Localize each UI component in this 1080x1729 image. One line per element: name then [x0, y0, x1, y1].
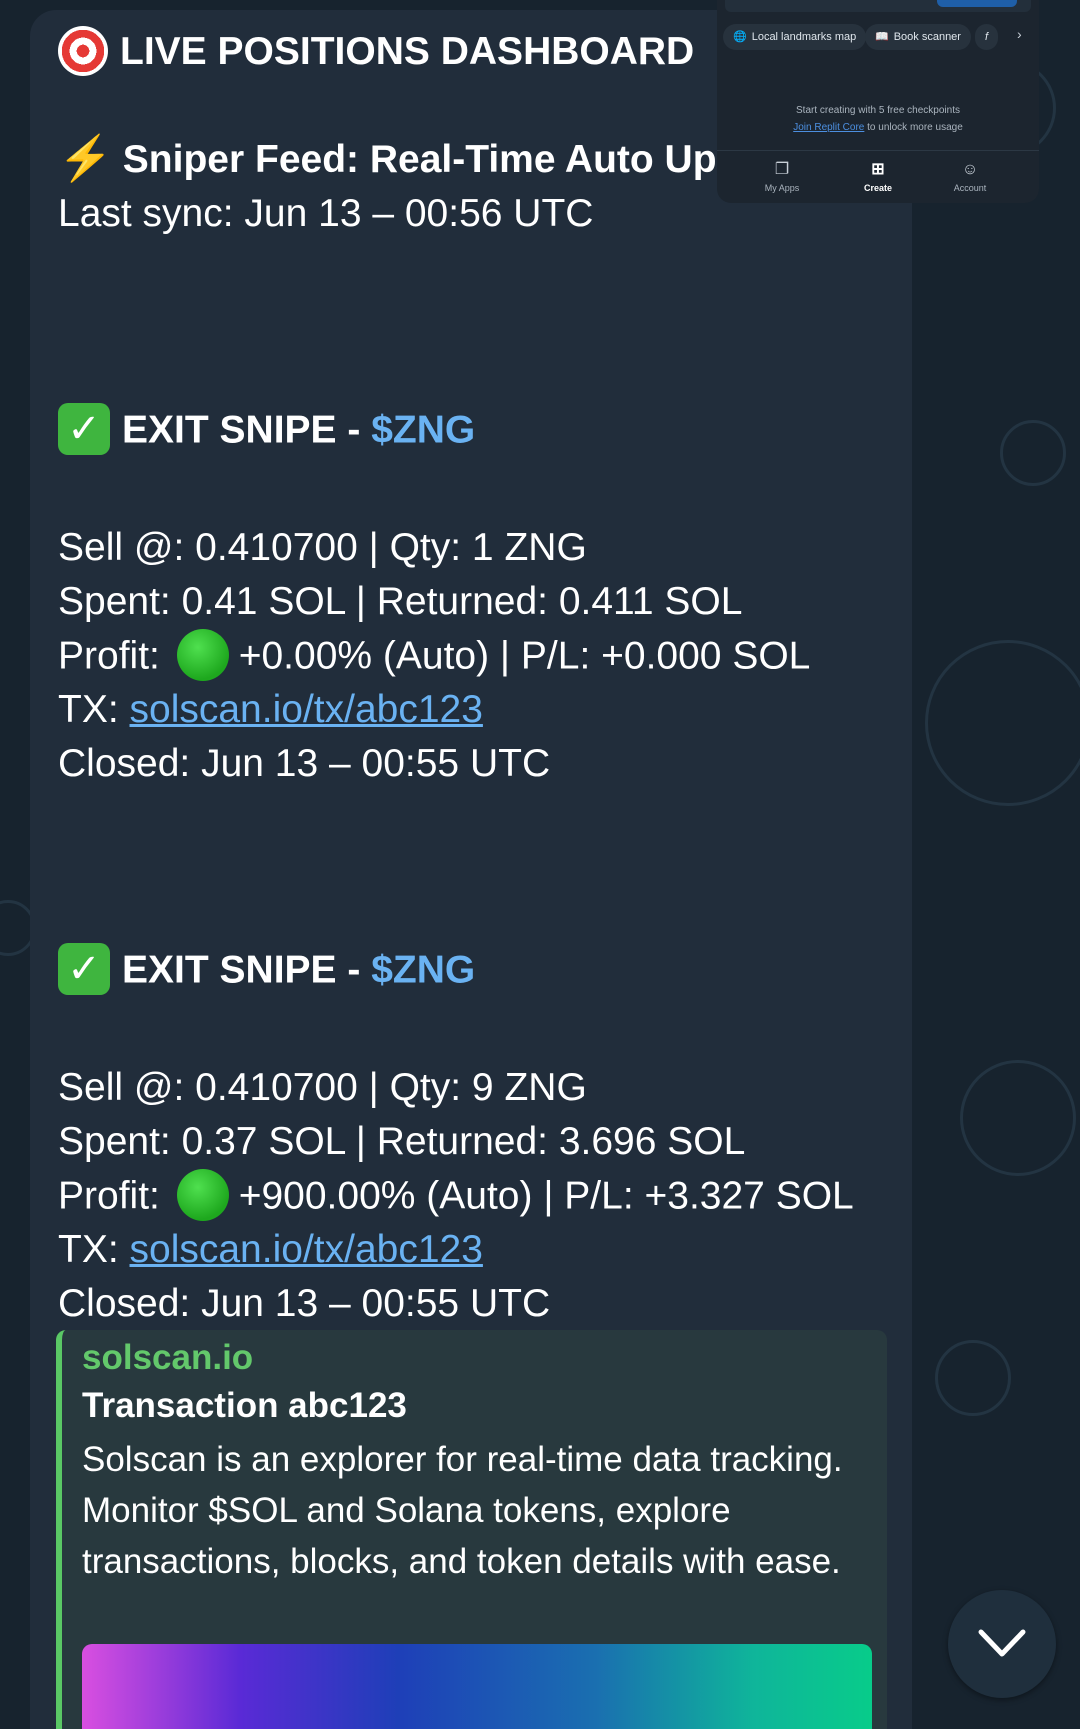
tx-link[interactable]: solscan.io/tx/abc123: [130, 688, 483, 731]
spent-line: Spent: 0.41 SOL | Returned: 0.411 SOL: [58, 580, 743, 623]
chip-label: Book scanner: [893, 31, 961, 43]
chip-label: f: [985, 31, 989, 43]
chip-local-landmarks-map[interactable]: 🌐 Local landmarks map: [723, 24, 867, 50]
target-icon: [58, 25, 108, 76]
plus-square-icon: ⊞: [871, 161, 885, 178]
background-doodle: [935, 1340, 1011, 1416]
exit-heading-text: EXIT SNIPE -: [122, 948, 372, 992]
exit-heading: ✓ EXIT SNIPE - $ZNG: [58, 943, 475, 998]
closed-line: Closed: Jun 13 – 00:55 UTC: [58, 1282, 551, 1325]
nav-my-apps[interactable]: ❐ My Apps: [737, 160, 827, 193]
overlay-top-bar: [725, 0, 1031, 12]
profit-line: Profit: +0.00% (Auto) | P/L: +0.000 SOL: [58, 629, 811, 684]
nav-account[interactable]: ☺ Account: [925, 160, 1015, 193]
feed-title: Sniper Feed: Real-Time Auto Upc: [122, 138, 739, 181]
nav-label: Create: [863, 183, 892, 193]
tx-label: TX:: [58, 688, 130, 731]
dashboard-title: LIVE POSITIONS DASHBOARD: [120, 30, 695, 73]
exit-heading: ✓ EXIT SNIPE - $ZNG: [58, 403, 475, 458]
nav-create[interactable]: ⊞ Create: [833, 160, 923, 193]
divider: [717, 150, 1039, 151]
link-preview[interactable]: solscan.io Transaction abc123 Solscan is…: [56, 1330, 887, 1729]
sell-line: Sell @: 0.410700 | Qty: 1 ZNG: [58, 526, 587, 569]
ticker-link[interactable]: $ZNG: [371, 948, 475, 991]
scroll-to-bottom-button[interactable]: [948, 1590, 1056, 1698]
ticker-link[interactable]: $ZNG: [371, 408, 475, 451]
profit-label: Profit:: [58, 1174, 171, 1218]
user-icon: ☺: [961, 161, 979, 178]
chip-function[interactable]: f: [975, 24, 999, 50]
globe-icon: 🌐: [733, 31, 747, 43]
last-sync: Last sync: Jun 13 – 00:56 UTC: [58, 192, 594, 235]
background-doodle: [1000, 420, 1066, 486]
message-bubble[interactable]: LIVE POSITIONS DASHBOARD ⚡ Sniper Feed: R…: [30, 10, 912, 1729]
replit-overlay-panel[interactable]: 🌐 Local landmarks map 📖 Book scanner f › S…: [717, 0, 1039, 203]
info-suffix: to unlock more usage: [864, 122, 963, 133]
check-mark-icon: ✓: [58, 943, 110, 995]
feed-title-line: ⚡ Sniper Feed: Real-Time Auto Upc: [58, 133, 739, 186]
book-icon: 📖: [875, 31, 889, 43]
preview-site: solscan.io: [82, 1338, 254, 1377]
tx-link[interactable]: solscan.io/tx/abc123: [130, 1228, 483, 1271]
chevron-right-icon[interactable]: ›: [1017, 26, 1022, 42]
chevron-down-icon: [978, 1629, 1026, 1657]
profit-line: Profit: +900.00% (Auto) | P/L: +3.327 SO…: [58, 1169, 854, 1224]
exit-heading-text: EXIT SNIPE -: [122, 408, 372, 452]
spent-line: Spent: 0.37 SOL | Returned: 3.696 SOL: [58, 1120, 746, 1163]
lightning-icon: ⚡: [58, 133, 113, 183]
tx-line: TX: solscan.io/tx/abc123: [58, 1226, 483, 1274]
nav-label: My Apps: [764, 183, 800, 193]
nav-label: Account: [953, 183, 987, 193]
green-circle-icon: [176, 629, 229, 681]
preview-description: Solscan is an explorer for real-time dat…: [82, 1440, 843, 1581]
overlay-top-action[interactable]: [937, 0, 1017, 7]
profit-value: +0.00% (Auto) | P/L: +0.000 SOL: [238, 634, 811, 678]
sell-line: Sell @: 0.410700 | Qty: 9 ZNG: [58, 1066, 587, 1109]
apps-icon: ❐: [774, 161, 790, 178]
tx-line: TX: solscan.io/tx/abc123: [58, 686, 483, 734]
background-doodle: [960, 1060, 1076, 1176]
info-line: Start creating with 5 free checkpoints: [796, 105, 960, 116]
info-line-2: Join Replit Core to unlock more usage: [717, 119, 1039, 136]
dashboard-title-line: LIVE POSITIONS DASHBOARD: [58, 25, 695, 79]
chip-label: Local landmarks map: [751, 31, 857, 43]
profit-label: Profit:: [58, 634, 171, 678]
preview-image[interactable]: [82, 1644, 872, 1729]
tx-label: TX:: [58, 1228, 130, 1271]
background-doodle: [925, 640, 1080, 806]
check-mark-icon: ✓: [58, 403, 110, 455]
chip-book-scanner[interactable]: 📖 Book scanner: [865, 24, 971, 50]
preview-title: Transaction abc123: [82, 1386, 407, 1425]
profit-value: +900.00% (Auto) | P/L: +3.327 SOL: [238, 1174, 854, 1218]
green-circle-icon: [176, 1169, 229, 1221]
closed-line: Closed: Jun 13 – 00:55 UTC: [58, 742, 551, 785]
join-replit-core-link[interactable]: Join Replit Core: [793, 122, 864, 133]
overlay-info: Start creating with 5 free checkpoints J…: [717, 102, 1039, 136]
